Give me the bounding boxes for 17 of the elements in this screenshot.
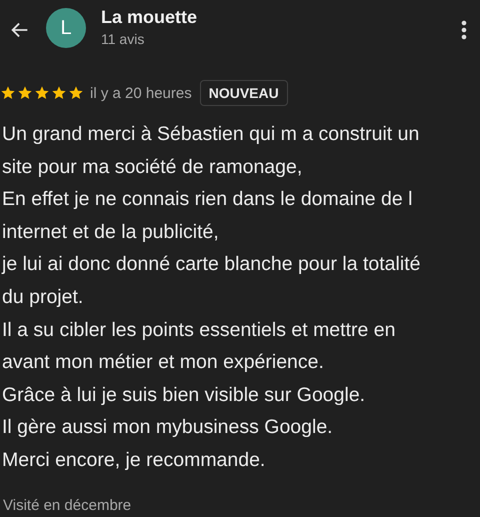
review-paragraph: je lui ai donc donné carte blanche pour la totalité du projet. xyxy=(2,252,422,310)
reviewer-name: La mouette xyxy=(101,6,198,28)
star-icon xyxy=(17,85,33,101)
review-time: il y a 20 heures xyxy=(90,84,192,102)
visit-date: Visité en décembre xyxy=(2,496,132,514)
review-paragraph: Il a su cibler les points essentiels et mettre en avant mon métier et mon expérience. xyxy=(2,318,396,376)
new-badge: NOUVEAU xyxy=(200,80,288,106)
review-count: 11 avis xyxy=(101,31,146,47)
avatar: L xyxy=(46,8,86,48)
star-icon xyxy=(0,85,16,101)
star-icon xyxy=(68,85,84,101)
star-icon xyxy=(51,85,67,101)
review-paragraph: Un grand merci à Sébastien qui m a construit un site pour ma société de ramonage, xyxy=(2,122,420,180)
review-paragraph: Merci encore, je recommande. xyxy=(2,448,266,473)
star-icon xyxy=(34,85,50,101)
review-paragraph: Il gère aussi mon mybusiness Google. xyxy=(2,415,334,440)
review-paragraph: Grâce à lui je suis bien visible sur Google. xyxy=(2,382,366,408)
